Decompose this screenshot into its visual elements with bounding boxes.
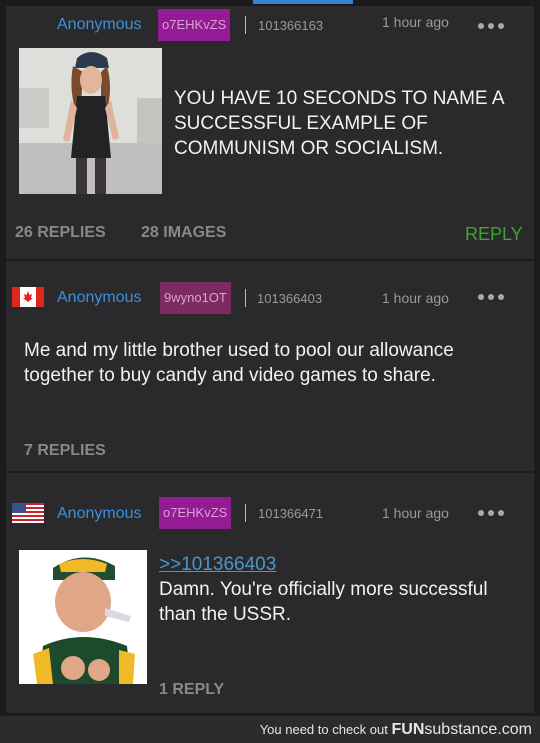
replies-count[interactable]: 1 REPLY <box>159 681 224 699</box>
poster-name[interactable]: Anonymous <box>57 505 142 523</box>
post-time: 1 hour ago <box>382 505 449 521</box>
footer-brand-sub: substance.com <box>424 721 532 738</box>
post-header: Anonymous o7EHKvZS 101366471 1 hour ago <box>6 473 534 529</box>
footer-brand: FUN <box>391 721 425 738</box>
post-thumbnail[interactable] <box>19 550 147 684</box>
divider <box>245 16 246 34</box>
post-time: 1 hour ago <box>382 290 449 306</box>
post-text: YOU HAVE 10 SECONDS TO NAME A SUCCESSFUL… <box>174 88 504 159</box>
usa-flag-icon <box>12 503 44 523</box>
more-options-icon[interactable] <box>478 507 508 519</box>
poster-id-badge[interactable]: o7EHKvZS <box>158 9 231 41</box>
more-options-icon[interactable] <box>478 20 508 32</box>
post-header: Anonymous 9wyno1OT 101366403 1 hour ago <box>6 261 534 314</box>
replies-count[interactable]: 26 REPLIES <box>15 224 106 242</box>
images-count[interactable]: 28 IMAGES <box>141 224 226 242</box>
quote-link[interactable]: >>101366403 <box>159 554 276 575</box>
thumbnail-image <box>19 550 147 684</box>
reply-post: Anonymous 9wyno1OT 101366403 1 hour ago … <box>6 261 534 471</box>
reply-button[interactable]: REPLY <box>465 224 523 245</box>
canada-flag-icon <box>12 287 44 307</box>
post-number[interactable]: 101366163 <box>258 18 323 33</box>
post-text: Damn. You're officially more successful … <box>159 579 488 625</box>
post-thumbnail[interactable] <box>19 48 162 194</box>
thumbnail-image <box>19 48 162 194</box>
footer-prefix: You need to check out <box>259 722 388 737</box>
replies-count[interactable]: 7 REPLIES <box>24 442 106 460</box>
divider <box>245 289 246 307</box>
active-tab-indicator <box>253 0 353 4</box>
poster-name[interactable]: Anonymous <box>57 16 142 34</box>
poster-id-badge[interactable]: o7EHKvZS <box>159 497 232 529</box>
poster-id-badge[interactable]: 9wyno1OT <box>160 282 231 314</box>
reply-post: Anonymous o7EHKvZS 101366471 1 hour ago … <box>6 473 534 713</box>
post-header: Anonymous o7EHKvZS 101366163 1 hour ago <box>6 6 534 46</box>
watermark-footer: You need to check out FUNsubstance.com <box>0 716 540 743</box>
thread-op-post: Anonymous o7EHKvZS 101366163 1 hour ago … <box>6 6 534 259</box>
divider <box>245 504 246 522</box>
post-time: 1 hour ago <box>382 14 449 30</box>
more-options-icon[interactable] <box>478 291 508 303</box>
post-text-block: >>101366403 Damn. You're officially more… <box>159 552 529 627</box>
post-text: Me and my little brother used to pool ou… <box>24 340 454 386</box>
post-number[interactable]: 101366471 <box>258 506 323 521</box>
post-number[interactable]: 101366403 <box>257 291 322 306</box>
poster-name[interactable]: Anonymous <box>57 289 142 307</box>
